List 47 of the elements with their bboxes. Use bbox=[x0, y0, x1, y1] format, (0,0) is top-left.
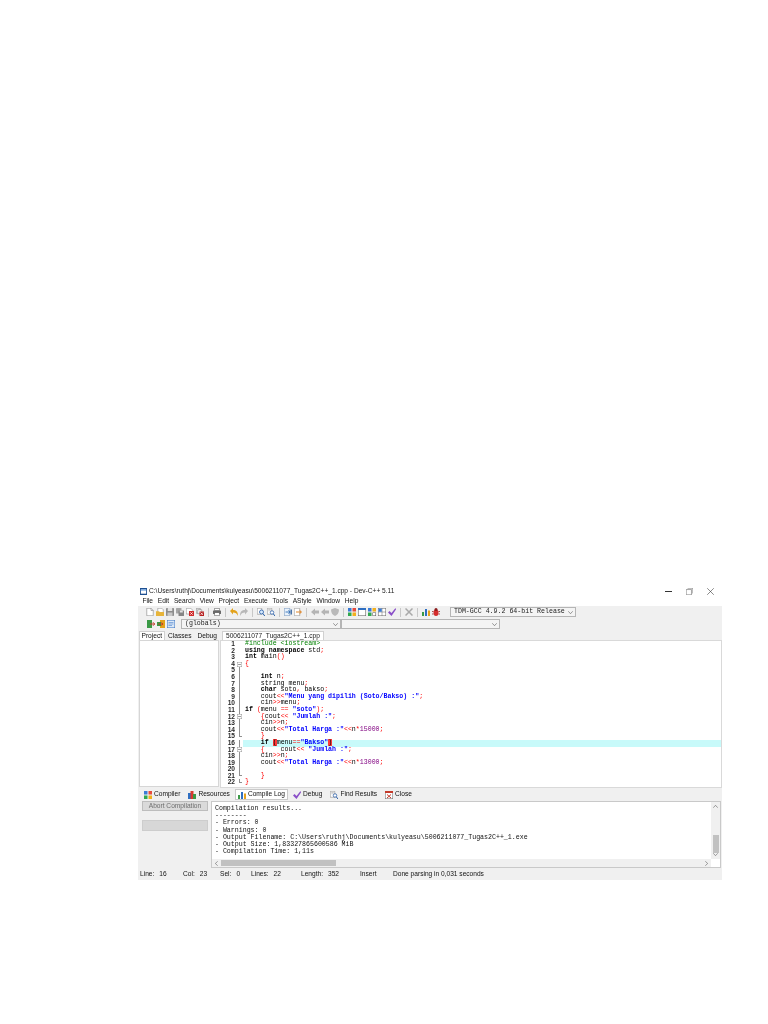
grid-window-icon[interactable] bbox=[368, 608, 376, 616]
collapse-icon[interactable] bbox=[237, 747, 242, 753]
bar-chart-icon bbox=[237, 790, 246, 799]
window-icon[interactable] bbox=[358, 608, 366, 616]
document-icon[interactable] bbox=[146, 608, 154, 616]
collapse-icon[interactable] bbox=[237, 661, 242, 667]
redo-icon[interactable] bbox=[240, 608, 248, 616]
grid-icon[interactable] bbox=[348, 608, 356, 616]
block-arrow-icon[interactable] bbox=[157, 620, 165, 628]
bar-chart-icon[interactable] bbox=[422, 608, 430, 616]
undo-icon[interactable] bbox=[230, 608, 238, 616]
document-search-icon bbox=[330, 790, 339, 799]
window-x-icon bbox=[385, 790, 394, 799]
printer-icon[interactable] bbox=[213, 608, 221, 616]
collapse-icon[interactable] bbox=[237, 714, 242, 720]
check-icon[interactable] bbox=[388, 608, 396, 616]
document-arrow-icon[interactable] bbox=[284, 608, 292, 616]
minimize-icon[interactable] bbox=[665, 590, 672, 592]
check-icon bbox=[292, 790, 301, 799]
arrow-down-icon[interactable] bbox=[713, 853, 718, 856]
scrollbar-thumb[interactable] bbox=[712, 835, 719, 853]
arrow-up-icon[interactable] bbox=[713, 805, 718, 808]
search-icon[interactable] bbox=[257, 608, 265, 616]
shield-icon[interactable] bbox=[331, 608, 339, 616]
document-x-icon[interactable] bbox=[186, 608, 194, 616]
folder-icon[interactable] bbox=[156, 608, 164, 616]
blocks-icon bbox=[188, 790, 197, 799]
close-icon[interactable] bbox=[707, 587, 714, 595]
document-icon[interactable] bbox=[167, 620, 175, 628]
document-arrow-icon[interactable] bbox=[294, 608, 302, 616]
document-search-icon[interactable] bbox=[267, 608, 275, 616]
scrollbar-thumb[interactable] bbox=[221, 860, 336, 866]
block-arrow-icon[interactable] bbox=[147, 620, 155, 628]
x-icon[interactable] bbox=[405, 608, 413, 616]
documents-x-icon[interactable] bbox=[196, 608, 204, 616]
blank-bar bbox=[142, 820, 208, 831]
arrow-right-icon[interactable] bbox=[705, 860, 708, 866]
caret-icon bbox=[568, 610, 573, 614]
arrow-left-icon[interactable] bbox=[215, 860, 218, 866]
grid-icon bbox=[144, 790, 152, 799]
grid-icon[interactable] bbox=[378, 608, 386, 616]
floppy-disks-icon[interactable] bbox=[176, 608, 184, 616]
code-editor[interactable] bbox=[220, 640, 722, 788]
caret-icon bbox=[492, 622, 497, 626]
restore-icon[interactable] bbox=[686, 587, 693, 595]
bug-icon[interactable] bbox=[432, 608, 440, 616]
caret-icon bbox=[333, 622, 338, 626]
